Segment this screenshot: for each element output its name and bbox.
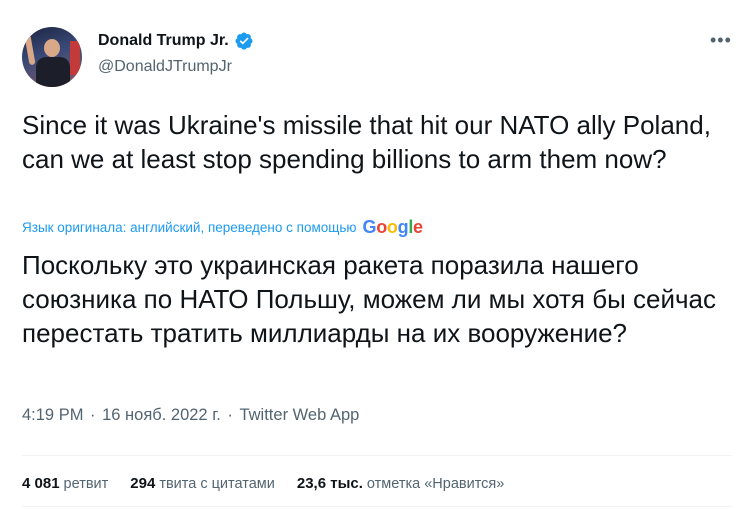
quote-tweets-count: 294 xyxy=(130,475,156,492)
avatar-body xyxy=(36,57,70,87)
quote-tweets-label: твита с цитатами xyxy=(159,476,275,492)
avatar-arm xyxy=(24,34,36,66)
retweets-label: ретвит xyxy=(63,476,109,492)
retweets-stat[interactable]: 4 081 ретвит xyxy=(22,475,108,492)
avatar-flag xyxy=(70,41,80,75)
quote-tweets-stat[interactable]: 294 твита с цитатами xyxy=(130,475,275,492)
retweets-count: 4 081 xyxy=(22,475,60,492)
author-name[interactable]: Donald Trump Jr. xyxy=(98,32,229,50)
tweet-time[interactable]: 4:19 PM xyxy=(22,406,83,424)
author-name-row[interactable]: Donald Trump Jr. xyxy=(98,31,254,51)
translated-tweet-text: Поскольку это украинская ракета поразила… xyxy=(22,250,716,348)
meta-separator: · xyxy=(222,406,238,424)
likes-stat[interactable]: 23,6 тыс. отметка «Нравится» xyxy=(297,475,504,492)
divider xyxy=(22,455,732,456)
google-logo: Google xyxy=(362,217,424,237)
author-handle[interactable]: @DonaldJTrumpJr xyxy=(98,58,232,76)
avatar[interactable] xyxy=(22,27,82,87)
tweet-stats: 4 081 ретвит 294 твита с цитатами 23,6 тыс… xyxy=(22,475,526,492)
likes-count: 23,6 тыс. xyxy=(296,475,363,492)
tweet-date[interactable]: 16 нояб. 2022 г. xyxy=(102,406,221,424)
avatar-head xyxy=(44,39,60,57)
tweet-text: Since it was Ukraine's missile that hit … xyxy=(22,110,711,174)
divider xyxy=(22,506,732,507)
verified-badge-icon xyxy=(235,32,253,50)
translation-label[interactable]: Язык оригинала: английский, переведено с… xyxy=(22,220,357,235)
tweet-source: Twitter Web App xyxy=(239,406,360,424)
likes-label: отметка «Нравится» xyxy=(366,476,505,492)
meta-separator: · xyxy=(85,406,101,424)
more-dots-icon[interactable]: ••• xyxy=(710,30,732,51)
translation-attribution: Язык оригинала: английский, переведено с… xyxy=(22,217,423,238)
tweet-meta: 4:19 PM · 16 нояб. 2022 г. · Twitter Web… xyxy=(22,406,361,425)
